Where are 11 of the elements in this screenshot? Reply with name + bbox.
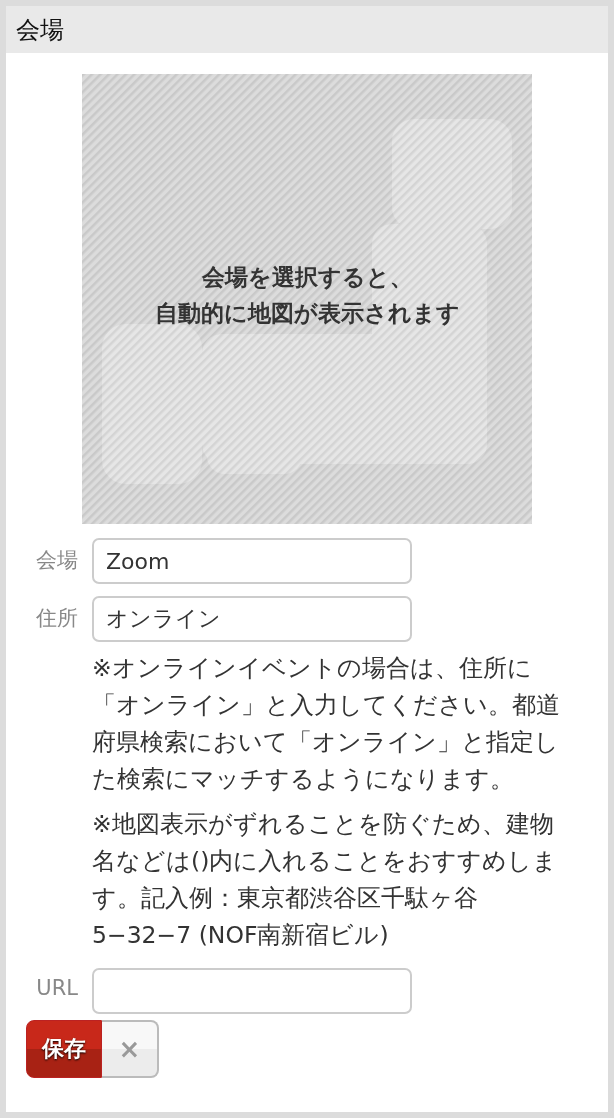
help-text: ※オンラインイベントの場合は、住所に「オンライン」と入力してください。都道府県検索において「オンライン」と指定した検索にマッチするようになります。 xyxy=(92,653,561,795)
field-label: URL xyxy=(35,975,78,1000)
input-field[interactable]: オンライン xyxy=(92,596,412,642)
save-button[interactable]: 保存 xyxy=(26,1020,102,1078)
map-placeholder-text: 会場を選択すると、 自動的に地図が表示されます xyxy=(153,263,461,328)
input-field[interactable]: Zoom xyxy=(92,538,412,584)
field-label: 住所 xyxy=(35,605,78,632)
field-label: 会場 xyxy=(35,547,78,574)
help-text: ※地図表示がずれることを防ぐため、建物名などは()内に入れることをおすすめします。記入例：東京都渋谷区千駄ヶ谷5−32−7 (NOF南新宿ビル) xyxy=(92,809,559,951)
input-field[interactable] xyxy=(92,968,412,1014)
section-title: 会場 xyxy=(16,14,64,46)
